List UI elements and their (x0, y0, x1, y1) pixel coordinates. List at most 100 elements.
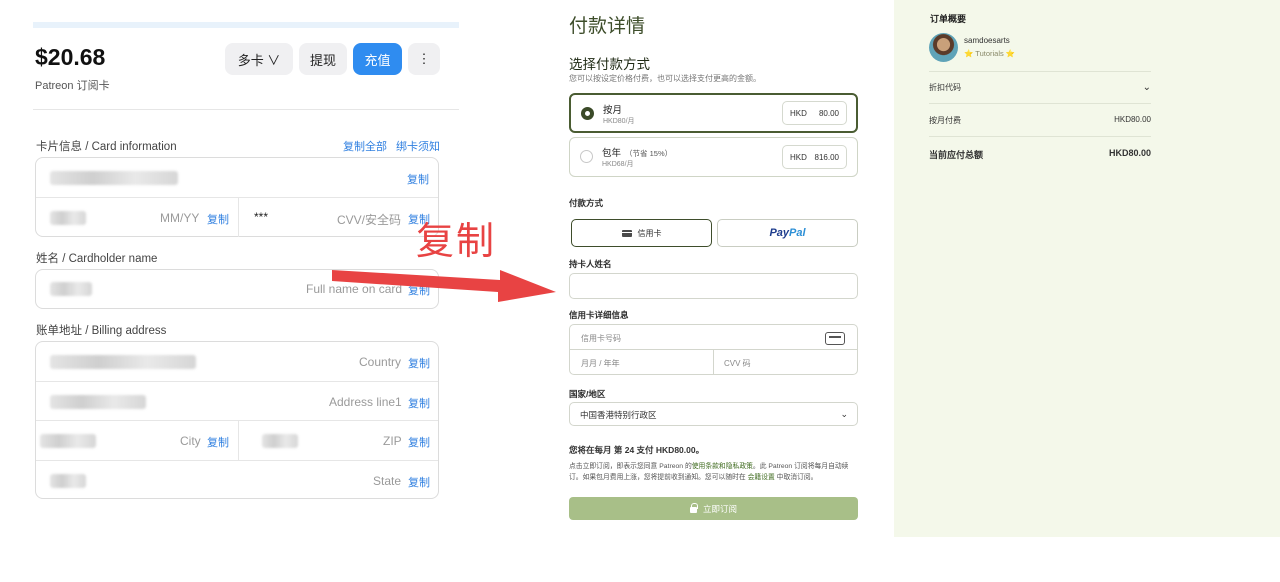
copy-expiry-button[interactable]: 复制 (207, 211, 229, 227)
copy-state-button[interactable]: 复制 (408, 474, 430, 490)
masked-address (50, 394, 146, 409)
divider (33, 109, 459, 110)
card-details-label: 信用卡详细信息 (569, 310, 629, 320)
price-input[interactable]: HKD 816.00 (782, 145, 847, 169)
copy-zip-button[interactable]: 复制 (408, 434, 430, 450)
copy-country-button[interactable]: 复制 (408, 355, 430, 371)
monthly-fee-label: 按月付费 (929, 116, 961, 125)
subscribe-label: 立即订阅 (702, 503, 737, 514)
price-note: 您可以按设定价格付费，也可以选择支付更高的金额。 (569, 74, 761, 83)
cvv-placeholder: CVV 码 (724, 359, 751, 368)
credit-card-icon (825, 332, 845, 345)
country-placeholder: Country (359, 355, 402, 369)
masked-expiry (50, 210, 86, 225)
state-placeholder: State (373, 473, 402, 488)
order-summary-title: 订单概要 (930, 14, 967, 24)
card-info-box: 复制 MM/YY 复制 *** CVV/安全码 复制 (35, 157, 439, 237)
bind-card-notice-link[interactable]: 绑卡须知 (396, 138, 440, 154)
field-separator (238, 197, 239, 237)
terms-privacy-link[interactable]: 使用条款和隐私政策 (692, 463, 753, 470)
plan-yearly[interactable]: 包年 （节省 15%） HKD68/月 HKD 816.00 (569, 137, 858, 177)
card-number-placeholder: 信用卡号码 (581, 334, 621, 343)
top-banner-strip (33, 22, 459, 28)
country-select[interactable]: 中国香港特别行政区 ⌄ (569, 402, 858, 426)
radio-unselected-icon[interactable] (580, 150, 593, 163)
masked-country (50, 355, 196, 369)
address-line1-placeholder: Address line1 (329, 394, 402, 409)
total-due-amount: HKD80.00 (1108, 148, 1151, 158)
country-value: 中国香港特别行政区 (580, 410, 657, 420)
price-amount: 80.00 (818, 108, 839, 118)
card-details-group: 信用卡号码 月月 / 年年 CVV 码 (569, 324, 858, 375)
city-placeholder: City (180, 434, 201, 448)
paypal-method-button[interactable]: Pay Pal (717, 219, 858, 247)
masked-card-number (50, 171, 178, 185)
copy-all-link[interactable]: 复制全部 (343, 138, 387, 154)
tier-name: ⭐ Tutorials ⭐ (964, 49, 1016, 58)
chevron-down-icon: ⌄ (1142, 82, 1151, 93)
price-currency: HKD (790, 108, 807, 118)
card-type-label: Patreon 订阅卡 (35, 80, 110, 92)
plan-subtext: HKD68/月 (602, 161, 634, 168)
multi-card-button[interactable]: 多卡 ∨ (225, 43, 293, 75)
payment-method-label: 付款方式 (569, 198, 604, 208)
price-amount: 816.00 (814, 152, 839, 162)
red-arrow-icon (332, 270, 556, 302)
copy-city-button[interactable]: 复制 (207, 434, 229, 450)
discount-code-label: 折扣代码 (929, 83, 961, 92)
order-summary-panel: 订单概要 samdoesarts ⭐ Tutorials ⭐ 折扣代码 ⌄ 按月… (894, 0, 1280, 537)
expiry-input[interactable]: 月月 / 年年 (570, 350, 714, 375)
plan-subtext: HKD80/月 (603, 118, 635, 125)
price-input[interactable]: HKD 80.00 (782, 101, 847, 125)
card-action-buttons: 多卡 ∨ 提现 充值 ⋮ (225, 43, 440, 75)
country-row: Country 复制 (36, 342, 438, 382)
card-number-input[interactable]: 信用卡号码 (570, 325, 857, 350)
radio-selected-icon[interactable] (581, 107, 594, 120)
discount-code-toggle[interactable]: 折扣代码 ⌄ (929, 82, 1151, 93)
field-separator (238, 421, 239, 460)
cvv-input[interactable]: CVV 码 (714, 350, 857, 375)
billing-address-box: Country 复制 Address line1 复制 City 复制 ZIP … (35, 341, 439, 499)
cardholder-label: 姓名 / Cardholder name (36, 253, 158, 265)
plan-name: 包年 （节省 15%） (602, 148, 673, 159)
topup-button[interactable]: 充值 (353, 43, 402, 75)
lock-icon (689, 502, 698, 513)
billing-schedule-note: 您将在每月 第 24 支付 HKD80.00。 (569, 445, 705, 455)
withdraw-button[interactable]: 提现 (299, 43, 347, 75)
masked-zip (262, 434, 298, 448)
masked-city (40, 434, 96, 448)
zip-placeholder: ZIP (383, 434, 402, 448)
cardholder-name-input[interactable] (569, 273, 858, 299)
membership-settings-link[interactable]: 会籍设置 (748, 474, 775, 481)
cardholder-name-label: 持卡人姓名 (569, 259, 612, 269)
expiry-placeholder: MM/YY (160, 210, 200, 225)
copy-address-button[interactable]: 复制 (408, 395, 430, 411)
credit-card-method-button[interactable]: 信用卡 (571, 219, 712, 247)
card-info-label: 卡片信息 / Card information (36, 141, 177, 153)
credit-card-icon (621, 229, 632, 237)
state-row: State 复制 (36, 461, 438, 501)
divider (929, 136, 1151, 137)
paypal-logo-pay: Pay (769, 227, 790, 239)
plan-name: 按月 (603, 105, 623, 116)
billing-address-label: 账单地址 / Billing address (36, 325, 167, 337)
choose-payment-heading: 选择付款方式 (569, 57, 650, 72)
payment-details-title: 付款详情 (569, 16, 646, 37)
masked-cardholder-name (50, 282, 92, 296)
more-options-button[interactable]: ⋮ (408, 43, 440, 75)
chevron-down-icon: ⌄ (840, 409, 848, 419)
paypal-logo-pal: Pal (789, 227, 806, 239)
divider (929, 103, 1151, 104)
plan-monthly[interactable]: 按月 HKD80/月 HKD 80.00 (569, 93, 858, 133)
plan-save-note: （节省 15%） (625, 149, 673, 158)
subscribe-now-button[interactable]: 立即订阅 (569, 497, 858, 520)
expiry-cvv-row: MM/YY 复制 *** CVV/安全码 复制 (36, 197, 438, 237)
credit-card-label: 信用卡 (637, 228, 662, 238)
expiry-placeholder: 月月 / 年年 (581, 359, 620, 368)
city-zip-row: City 复制 ZIP 复制 (36, 421, 438, 461)
monthly-fee-amount: HKD80.00 (1114, 115, 1151, 124)
terms-text: 点击立即订阅，即表示您同意 Patreon 的使用条款和隐私政策。此 Patre… (569, 463, 849, 481)
price-currency: HKD (790, 152, 807, 162)
copy-card-number-button[interactable]: 复制 (407, 171, 429, 187)
cvv-value: *** (254, 209, 269, 224)
